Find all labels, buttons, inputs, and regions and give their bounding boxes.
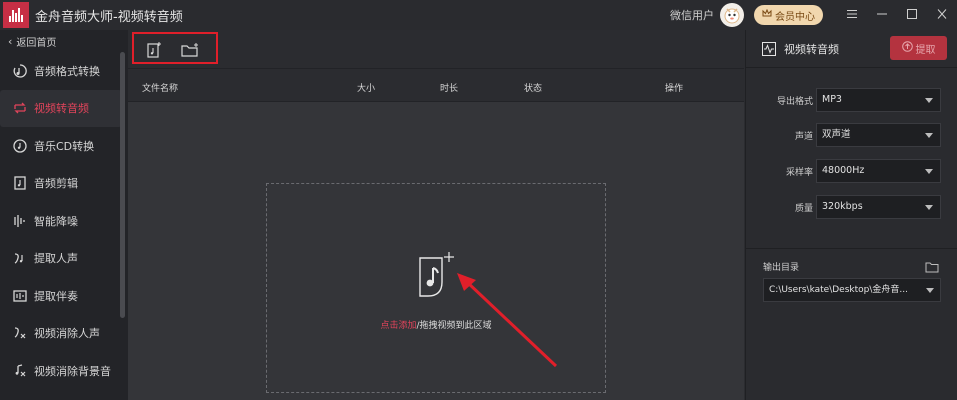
caret-down-icon	[925, 133, 933, 138]
upload-icon	[901, 41, 913, 55]
option-label: 声道	[794, 132, 813, 142]
remove-vocal-icon	[11, 324, 29, 342]
toolbar-highlight-box	[132, 32, 218, 64]
format-select[interactable]: MP3	[816, 88, 941, 112]
extract-label: 提取	[915, 44, 936, 56]
title-bar: 金舟音频大师-视频转音频 微信用户 会员中心	[0, 0, 957, 30]
caret-down-icon	[925, 98, 933, 103]
sidebar-item-extract-accompaniment[interactable]: 提取伴奏	[0, 277, 128, 315]
quality-value: 320kbps	[822, 201, 863, 212]
output-dir-label: 输出目录	[763, 263, 800, 273]
close-icon[interactable]	[927, 8, 957, 22]
settings-panel-title: 视频转音频	[784, 42, 839, 56]
sidebar-item-remove-vocal[interactable]: 视频消除人声	[0, 315, 128, 353]
sidebar-item-label: 音频剪辑	[34, 177, 78, 191]
output-dir-select[interactable]: C:\Users\kate\Desktop\金舟音...	[763, 278, 941, 302]
audio-cut-icon	[11, 174, 29, 192]
output-dir-value: C:\Users\kate\Desktop\金舟音...	[769, 285, 908, 295]
vip-center-button[interactable]: 会员中心	[754, 5, 823, 25]
file-table-header: 文件名称 大小 时长 状态 操作	[128, 68, 744, 102]
sidebar-item-label: 视频转音频	[34, 102, 89, 116]
format-value: MP3	[822, 94, 842, 105]
vip-center-label: 会员中心	[775, 11, 815, 23]
sample-rate-value: 48000Hz	[822, 165, 865, 176]
quality-select[interactable]: 320kbps	[816, 195, 941, 219]
app-title: 金舟音频大师-视频转音频	[35, 9, 183, 25]
cd-icon	[11, 137, 29, 155]
app-logo-icon	[3, 2, 29, 28]
column-header-size: 大小	[357, 84, 376, 94]
sidebar-item-audio-convert[interactable]: 音频格式转换	[0, 52, 128, 90]
sidebar-scrollbar[interactable]	[120, 52, 125, 318]
channel-select[interactable]: 双声道	[816, 123, 941, 147]
caret-down-icon	[925, 205, 933, 210]
sidebar-item-video-to-audio[interactable]: 视频转音频	[0, 89, 122, 127]
sidebar: ‹ 返回首页 音频格式转换 视频转音频 音乐CD转换 音频剪辑 智能降噪 提取人…	[0, 30, 128, 400]
crown-icon	[762, 8, 772, 21]
annotation-arrow	[457, 273, 558, 368]
back-home-label: 返回首页	[16, 37, 57, 49]
extract-accompaniment-icon	[11, 287, 29, 305]
back-home-button[interactable]: ‹ 返回首页	[0, 30, 128, 52]
sidebar-item-audio-cut[interactable]: 音频剪辑	[0, 165, 128, 203]
option-row-channel: 声道 双声道	[746, 123, 957, 147]
option-row-quality: 质量 320kbps	[746, 195, 957, 219]
option-row-sample-rate: 采样率 48000Hz	[746, 159, 957, 183]
caret-down-icon	[926, 288, 934, 293]
column-header-filename: 文件名称	[142, 84, 179, 94]
sidebar-item-label: 视频消除背景音	[34, 364, 111, 378]
option-label: 导出格式	[776, 97, 813, 107]
video-to-audio-icon	[11, 99, 29, 117]
sidebar-item-remove-bgm[interactable]: 视频消除背景音	[0, 352, 128, 390]
minimize-icon[interactable]	[867, 8, 897, 22]
settings-panel: 视频转音频 提取 导出格式 MP3 声道 双声道 采样率 48000Hz 质量 …	[745, 30, 957, 400]
sidebar-item-label: 音频格式转换	[34, 64, 100, 78]
divider	[746, 248, 957, 249]
sidebar-item-cd-convert[interactable]: 音乐CD转换	[0, 127, 128, 165]
menu-icon[interactable]	[837, 8, 867, 22]
extract-vocal-icon	[11, 249, 29, 267]
channel-value: 双声道	[822, 129, 851, 140]
avatar[interactable]	[720, 3, 744, 27]
option-label: 质量	[794, 204, 813, 214]
add-file-icon[interactable]	[145, 41, 163, 59]
column-header-actions: 操作	[665, 84, 684, 94]
sidebar-item-label: 提取人声	[34, 252, 78, 266]
add-folder-icon[interactable]	[180, 41, 198, 59]
sidebar-item-label: 音乐CD转换	[34, 139, 95, 153]
caret-down-icon	[925, 169, 933, 174]
maximize-icon[interactable]	[897, 8, 927, 22]
chevron-left-icon: ‹	[8, 34, 13, 48]
sidebar-item-label: 智能降噪	[34, 214, 78, 228]
extract-button[interactable]: 提取	[890, 36, 947, 60]
remove-bgm-icon	[11, 362, 29, 380]
app-window: 金舟音频大师-视频转音频 微信用户 会员中心 ‹ 返回首页 音频格式转换 视频转…	[0, 0, 957, 400]
audio-convert-icon	[11, 62, 29, 80]
column-header-duration: 时长	[440, 84, 459, 94]
file-list-area: 点击添加/拖拽视频到此区域	[128, 102, 744, 400]
sidebar-item-label: 视频消除人声	[34, 327, 100, 341]
sidebar-item-label: 提取伴奏	[34, 289, 78, 303]
sidebar-item-denoise[interactable]: 智能降噪	[0, 202, 128, 240]
toolbar	[128, 30, 744, 68]
column-header-status: 状态	[524, 84, 543, 94]
option-label: 采样率	[785, 168, 813, 178]
sidebar-item-extract-vocal[interactable]: 提取人声	[0, 240, 128, 278]
folder-icon[interactable]	[925, 258, 939, 273]
user-name[interactable]: 微信用户	[670, 7, 714, 23]
waveform-icon	[762, 41, 776, 56]
sample-rate-select[interactable]: 48000Hz	[816, 159, 941, 183]
denoise-icon	[11, 212, 29, 230]
option-row-format: 导出格式 MP3	[746, 88, 957, 112]
